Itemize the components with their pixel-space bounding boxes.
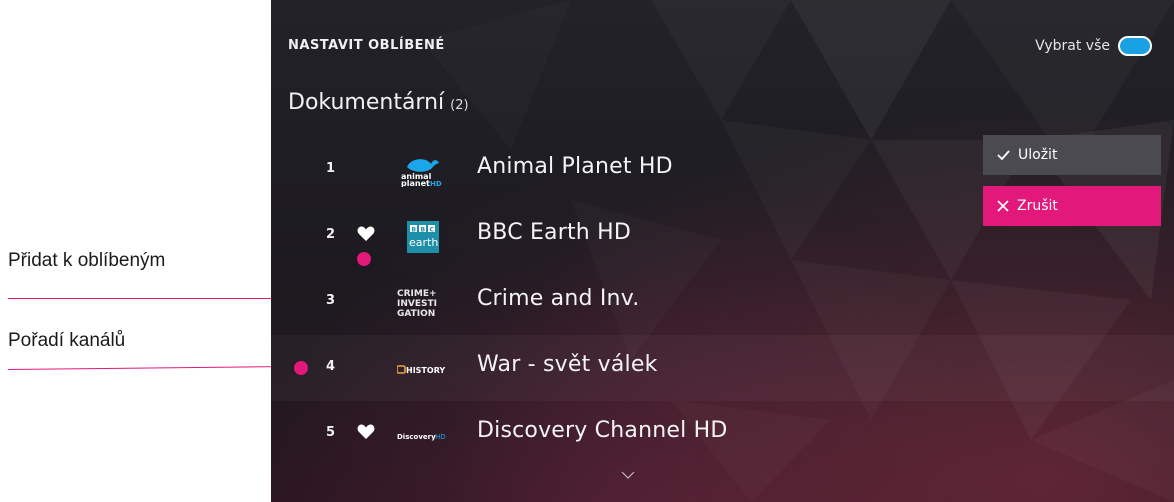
annotation-leader-line [7,365,301,370]
annotation-label-channel-order: Pořadí kanálů [8,330,126,351]
chevron-down-icon[interactable] [621,470,635,480]
channel-row[interactable]: 3 CRIME+ INVESTI GATION Crime and Inv. [271,269,1174,335]
favorite-heart-icon[interactable] [357,424,375,440]
animal-planet-logo-hd: HD [430,180,442,187]
category-count: (2) [450,98,469,113]
channel-name: Discovery Channel HD [477,418,728,443]
discovery-logo: Discovery HD [397,419,447,451]
channel-name: BBC Earth HD [477,220,632,245]
channel-number: 2 [326,227,336,242]
animal-planet-logo-line2: planet [401,179,430,187]
animal-planet-logo: animal planet HD [397,155,447,188]
channel-name: Crime and Inv. [477,286,640,311]
crime-investigation-logo: CRIME+ INVESTI GATION [397,287,447,319]
check-icon [997,150,1010,160]
category-name: Dokumentární [288,90,445,115]
history-logo-text: HISTORY [406,366,445,375]
channel-row[interactable]: 5 Discovery HD Discovery Channel HD [271,401,1174,467]
favorites-panel: NASTAVIT OBLÍBENÉ Vybrat vše Dokumentárn… [271,0,1174,502]
discovery-logo-text: Discovery [397,433,436,441]
annotation-marker-dot [357,252,371,266]
history-logo: HISTORY [396,353,447,385]
bbc-logo-letter: B [421,226,426,233]
category-heading: Dokumentární (2) [288,90,469,115]
crime-logo-line: CRIME+ [397,289,437,299]
select-all-toggle[interactable] [1118,36,1152,56]
page-title: NASTAVIT OBLÍBENÉ [288,38,445,53]
bbc-logo-letter: C [430,226,435,233]
channel-number: 4 [326,359,336,374]
save-button-label: Uložit [1018,147,1058,163]
select-all-control[interactable]: Vybrat vše [1035,36,1152,56]
annotation-marker-dot [294,361,308,375]
bbc-logo-letter: B [412,226,417,233]
save-button[interactable]: Uložit [983,135,1161,175]
bbc-logo-word: earth [409,236,438,249]
bbc-earth-logo: B B C earth [397,221,447,253]
crime-logo-line: GATION [397,309,435,319]
channel-number: 3 [326,293,336,308]
select-all-label: Vybrat vše [1035,38,1110,54]
channel-row[interactable]: 4 HISTORY War - svět válek [271,335,1174,401]
cancel-button-label: Zrušit [1017,198,1058,214]
favorite-heart-icon[interactable] [357,226,375,242]
close-icon [997,200,1009,212]
annotation-label-add-favorite: Přidat k oblíbeným [8,250,166,271]
discovery-logo-hd: HD [435,433,446,441]
cancel-button[interactable]: Zrušit [983,186,1161,226]
channel-number: 1 [326,161,336,176]
channel-number: 5 [326,425,336,440]
channel-name: Animal Planet HD [477,154,673,179]
channel-name: War - svět válek [477,352,658,377]
crime-logo-line: INVESTI [397,299,437,309]
